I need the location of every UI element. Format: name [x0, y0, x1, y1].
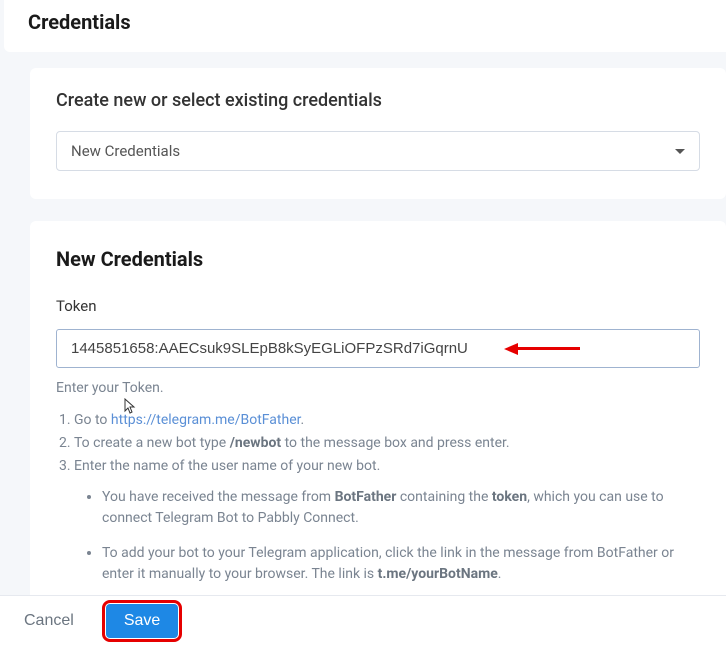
instruction-step-1: Go to https://telegram.me/BotFather. [74, 410, 700, 431]
page-title: Credentials [4, 0, 726, 52]
save-button[interactable]: Save [106, 604, 178, 638]
credentials-select[interactable]: New Credentials [56, 131, 700, 171]
instruction-step-2: To create a new bot type /newbot to the … [74, 433, 700, 454]
token-helper: Enter your Token. [56, 380, 700, 396]
instruction-step-3: Enter the name of the user name of your … [74, 456, 700, 585]
token-input[interactable] [56, 329, 700, 368]
instruction-bullet-2: To add your bot to your Telegram applica… [102, 543, 700, 585]
token-label: Token [56, 297, 700, 315]
instruction-bullet-1: You have received the message from BotFa… [102, 487, 700, 529]
new-credentials-title: New Credentials [56, 247, 700, 271]
botfather-link[interactable]: https://telegram.me/BotFather [111, 412, 301, 428]
select-credentials-card: Create new or select existing credential… [30, 68, 726, 199]
credentials-select-value: New Credentials [71, 142, 180, 160]
cancel-button[interactable]: Cancel [12, 602, 86, 640]
arrow-annotation [504, 343, 580, 355]
new-credentials-card: New Credentials Token Enter your Token. … [30, 221, 726, 639]
caret-down-icon [675, 149, 685, 154]
instructions-list: Go to https://telegram.me/BotFather. To … [56, 410, 700, 585]
footer-actions: Cancel Save [0, 595, 726, 646]
select-card-title: Create new or select existing credential… [56, 90, 700, 111]
